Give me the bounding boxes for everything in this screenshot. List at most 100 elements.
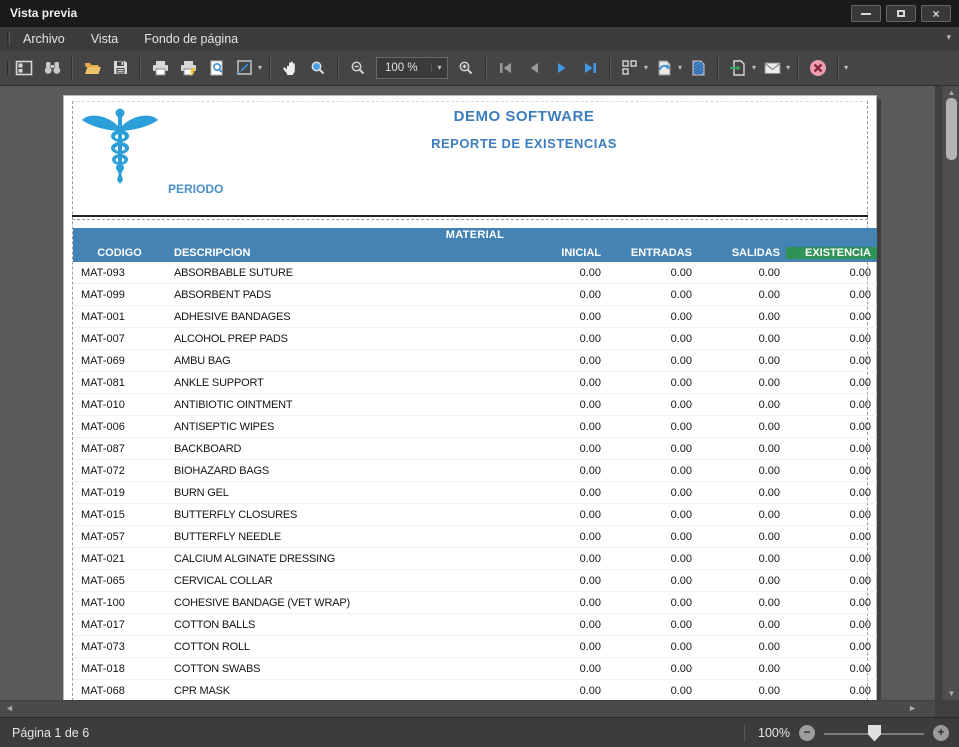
multipage-dropdown-icon[interactable]: ▾ [644, 63, 648, 72]
print-preview-icon [208, 59, 225, 77]
stock-table: MATERIAL CODIGO DESCRIPCION INICIAL ENTR… [73, 228, 877, 700]
export-button[interactable] [725, 55, 751, 81]
menu-fondo-de-pagina[interactable]: Fondo de página [131, 29, 251, 49]
page-scale-dropdown-icon[interactable]: ▾ [258, 63, 262, 72]
quick-print-button[interactable] [175, 55, 201, 81]
zoom-select-button[interactable] [305, 55, 331, 81]
row-entradas: 0.00 [607, 333, 698, 345]
table-row: MAT-017 COTTON BALLS 0.00 0.00 0.00 0.00 [73, 614, 877, 636]
toolbar: ▾ 100 % ▾ [0, 50, 959, 86]
first-page-button[interactable] [493, 55, 519, 81]
row-entradas: 0.00 [607, 421, 698, 433]
row-inicial: 0.00 [531, 443, 607, 455]
row-existencia: 0.00 [786, 531, 877, 543]
row-salidas: 0.00 [698, 487, 786, 499]
zoom-combo[interactable]: 100 % ▾ [376, 57, 448, 79]
row-inicial: 0.00 [531, 487, 607, 499]
scroll-down-icon[interactable]: ▼ [943, 689, 959, 698]
row-existencia: 0.00 [786, 311, 877, 323]
row-descripcion: CERVICAL COLLAR [166, 575, 531, 587]
table-row: MAT-093 ABSORBABLE SUTURE 0.00 0.00 0.00… [73, 262, 877, 284]
prev-page-button[interactable] [521, 55, 547, 81]
zoom-slider[interactable] [824, 725, 924, 742]
toolbar-overflow-icon[interactable]: ▾ [844, 63, 848, 72]
save-button[interactable] [107, 55, 133, 81]
row-inicial: 0.00 [531, 311, 607, 323]
maximize-button[interactable] [886, 5, 916, 22]
zoom-out-button[interactable] [345, 55, 371, 81]
minimize-icon [861, 13, 871, 15]
document-rotate-dropdown-icon[interactable]: ▾ [678, 63, 682, 72]
row-entradas: 0.00 [607, 641, 698, 653]
row-inicial: 0.00 [531, 377, 607, 389]
print-icon [151, 59, 170, 77]
horizontal-scrollbar[interactable]: ◄ ► [0, 700, 935, 717]
export-dropdown-icon[interactable]: ▾ [752, 63, 756, 72]
row-codigo: MAT-007 [73, 333, 166, 345]
search-button[interactable] [39, 55, 65, 81]
row-entradas: 0.00 [607, 685, 698, 697]
row-existencia: 0.00 [786, 421, 877, 433]
menubar-overflow-icon[interactable]: ▾ [946, 32, 951, 43]
row-descripcion: COHESIVE BANDAGE (VET WRAP) [166, 597, 531, 609]
row-existencia: 0.00 [786, 465, 877, 477]
menubar: Archivo Vista Fondo de página ▾ [0, 27, 959, 50]
scroll-left-icon[interactable]: ◄ [5, 703, 14, 713]
table-row: MAT-007 ALCOHOL PREP PADS 0.00 0.00 0.00… [73, 328, 877, 350]
open-file-button[interactable] [79, 55, 105, 81]
row-descripcion: ANTISEPTIC WIPES [166, 421, 531, 433]
row-salidas: 0.00 [698, 597, 786, 609]
email-button[interactable] [759, 55, 785, 81]
print-button[interactable] [147, 55, 173, 81]
watermark-button[interactable] [685, 55, 711, 81]
row-inicial: 0.00 [531, 575, 607, 587]
table-row: MAT-021 CALCIUM ALGINATE DRESSING 0.00 0… [73, 548, 877, 570]
vertical-scrollbar[interactable]: ▲ ▼ [942, 86, 959, 700]
table-row: MAT-081 ANKLE SUPPORT 0.00 0.00 0.00 0.0… [73, 372, 877, 394]
table-row: MAT-057 BUTTERFLY NEEDLE 0.00 0.00 0.00 … [73, 526, 877, 548]
close-button[interactable]: × [921, 5, 951, 22]
panels-button[interactable] [11, 55, 37, 81]
print-preview-button[interactable] [203, 55, 229, 81]
row-descripcion: ANTIBIOTIC OINTMENT [166, 399, 531, 411]
vertical-scrollbar-thumb[interactable] [946, 98, 957, 160]
row-salidas: 0.00 [698, 553, 786, 565]
page-scale-button[interactable] [231, 55, 257, 81]
row-entradas: 0.00 [607, 597, 698, 609]
row-codigo: MAT-100 [73, 597, 166, 609]
zoom-increase-button[interactable]: + [933, 725, 949, 741]
document-rotate-icon [655, 59, 673, 77]
menu-vista[interactable]: Vista [78, 29, 132, 49]
row-entradas: 0.00 [607, 355, 698, 367]
row-entradas: 0.00 [607, 509, 698, 521]
hand-tool-button[interactable] [277, 55, 303, 81]
menu-archivo[interactable]: Archivo [10, 29, 78, 49]
zoom-decrease-button[interactable]: − [799, 725, 815, 741]
multipage-view-button[interactable] [617, 55, 643, 81]
minimize-button[interactable] [851, 5, 881, 22]
close-preview-button[interactable] [805, 55, 831, 81]
row-salidas: 0.00 [698, 355, 786, 367]
scroll-up-icon[interactable]: ▲ [943, 88, 959, 97]
toolbar-grip[interactable] [7, 61, 10, 75]
row-descripcion: BACKBOARD [166, 443, 531, 455]
zoom-in-icon [457, 59, 475, 77]
row-salidas: 0.00 [698, 333, 786, 345]
zoom-in-button[interactable] [453, 55, 479, 81]
row-entradas: 0.00 [607, 575, 698, 587]
row-inicial: 0.00 [531, 355, 607, 367]
zoom-combo-dropdown-icon[interactable]: ▾ [431, 63, 447, 72]
next-page-icon [555, 61, 569, 75]
zoom-slider-thumb[interactable] [868, 725, 881, 742]
document-rotate-button[interactable] [651, 55, 677, 81]
watermark-icon [690, 59, 707, 77]
row-descripcion: ABSORBABLE SUTURE [166, 267, 531, 279]
prev-page-icon [527, 61, 541, 75]
email-dropdown-icon[interactable]: ▾ [786, 63, 790, 72]
table-row: MAT-015 BUTTERFLY CLOSURES 0.00 0.00 0.0… [73, 504, 877, 526]
row-inicial: 0.00 [531, 641, 607, 653]
row-codigo: MAT-001 [73, 311, 166, 323]
scroll-right-icon[interactable]: ► [908, 703, 917, 713]
last-page-button[interactable] [577, 55, 603, 81]
next-page-button[interactable] [549, 55, 575, 81]
